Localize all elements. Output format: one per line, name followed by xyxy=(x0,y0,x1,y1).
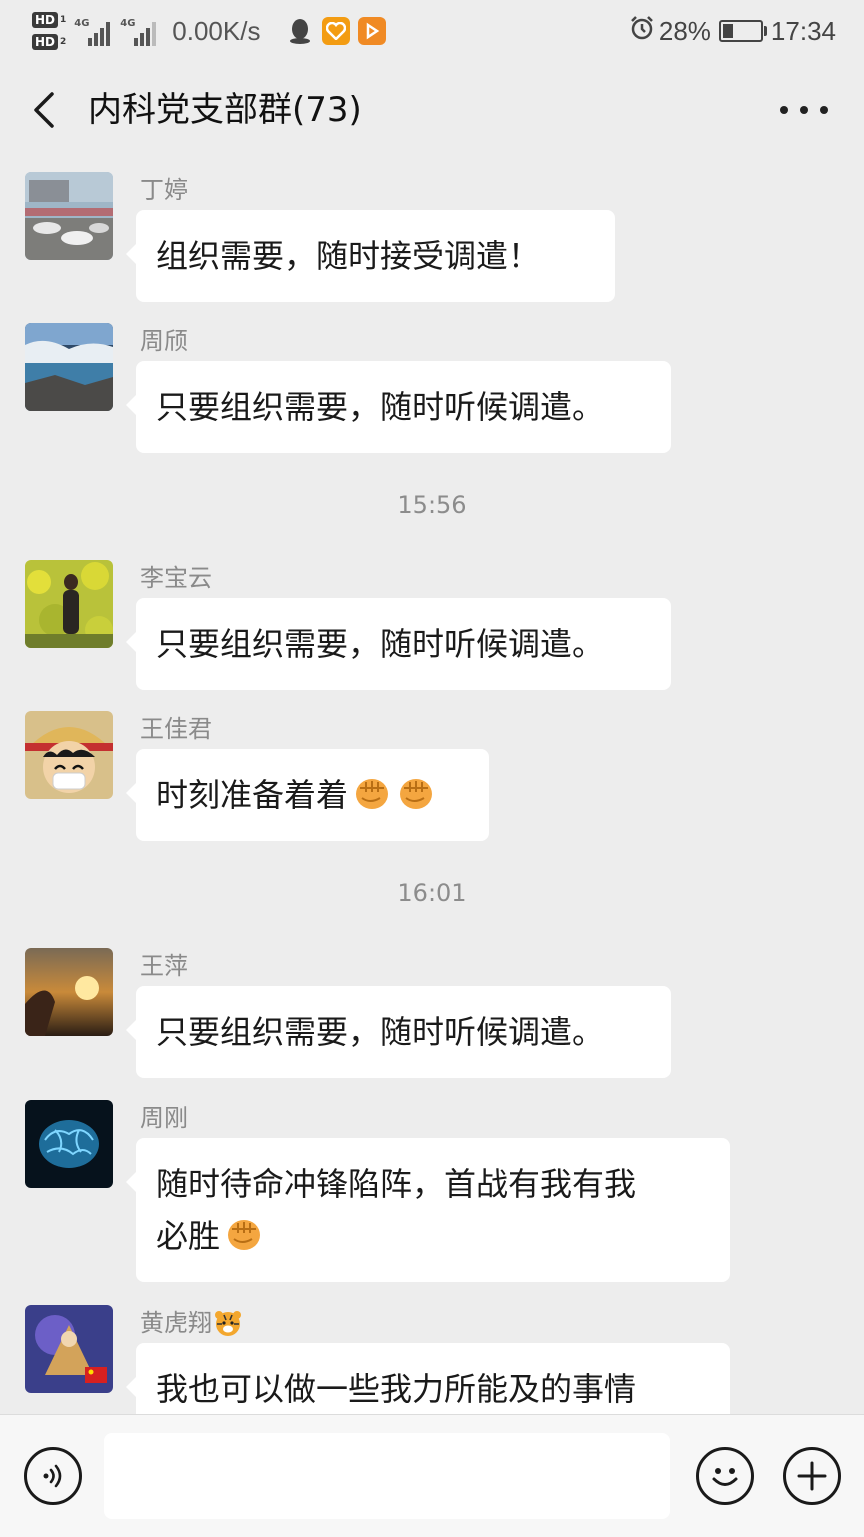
message-item: 李宝云 只要组织需要，随时听候调遣。 xyxy=(0,546,864,696)
fist-emoji-icon xyxy=(228,1220,261,1250)
message-item: 王萍 只要组织需要，随时听候调遣。 xyxy=(0,934,864,1084)
message-item: 黄虎翔 我也可以做一些我力所能及的事情 xyxy=(0,1291,864,1414)
voice-icon xyxy=(43,1464,62,1488)
voice-button[interactable] xyxy=(24,1447,82,1505)
message-bubble[interactable]: 只要组织需要，随时听候调遣。 xyxy=(126,361,671,453)
message-text: 只要组织需要，随时听候调遣。 xyxy=(156,388,605,426)
hd-sub-label: 2 xyxy=(60,37,67,47)
sender-name: 王萍 xyxy=(140,952,188,980)
status-bar: HD 1 HD 2 4G 4G 0.00K/s 28% 17:34 xyxy=(0,0,864,62)
avatar[interactable] xyxy=(25,172,113,260)
message-bubble[interactable]: 只要组织需要，随时听候调遣。 xyxy=(126,598,671,690)
input-bar xyxy=(0,1414,864,1537)
message-text: 时刻准备着着 xyxy=(156,776,349,814)
message-bubble[interactable]: 组织需要，随时接受调遣！ xyxy=(126,210,615,302)
message-input[interactable] xyxy=(104,1433,670,1519)
message-item: 周刚 随时待命冲锋陷阵，首战有我有我 必胜 xyxy=(0,1086,864,1286)
play-app-icon xyxy=(358,17,387,45)
sender-name: 黄虎翔 xyxy=(140,1307,242,1339)
sender-name: 王佳君 xyxy=(140,715,212,743)
net-speed: 0.00K/s xyxy=(172,15,261,46)
sender-name: 李宝云 xyxy=(140,564,212,592)
hd-indicator-1: HD 1 xyxy=(32,12,66,28)
message-bubble[interactable]: 随时待命冲锋陷阵，首战有我有我 必胜 xyxy=(126,1138,730,1282)
tiger-emoji-icon xyxy=(215,1311,241,1336)
fist-emoji-icon xyxy=(400,779,433,809)
more-icon xyxy=(780,106,788,114)
clock: 17:34 xyxy=(770,15,836,46)
heart-app-icon xyxy=(322,17,351,45)
battery-percent: 28% xyxy=(658,15,711,46)
more-button[interactable] xyxy=(780,98,828,122)
avatar[interactable] xyxy=(25,1100,113,1188)
sender-name: 周颀 xyxy=(140,327,188,355)
network-type-label: 4G xyxy=(120,18,136,29)
message-text-line: 随时待命冲锋陷阵，首战有我有我 xyxy=(156,1165,637,1203)
hd-sub-label: 1 xyxy=(60,15,67,25)
avatar[interactable] xyxy=(25,560,113,648)
chat-header: 内科党支部群(73) xyxy=(0,62,864,158)
fist-emoji-icon xyxy=(356,779,389,809)
message-bubble[interactable]: 时刻准备着着 xyxy=(126,749,489,841)
avatar[interactable] xyxy=(25,323,113,411)
plus-icon xyxy=(797,1461,827,1491)
message-item: 王佳君 时刻准备着着 xyxy=(0,697,864,847)
sender-name-text: 黄虎翔 xyxy=(140,1309,212,1337)
sender-name: 丁婷 xyxy=(140,176,188,204)
message-text: 只要组织需要，随时听候调遣。 xyxy=(156,1013,605,1051)
message-item: 丁婷 组织需要，随时接受调遣！ xyxy=(0,158,864,308)
qq-icon xyxy=(286,17,314,45)
chat-title: 内科党支部群(73) xyxy=(88,90,362,130)
hd-label: HD xyxy=(32,12,59,28)
message-item: 周颀 只要组织需要，随时听候调遣。 xyxy=(0,309,864,459)
chat-area[interactable]: 丁婷 组织需要，随时接受调遣！ 周颀 只要组织需要，随时听候调遣。 15:56 xyxy=(0,158,864,1414)
message-text: 我也可以做一些我力所能及的事情 xyxy=(156,1370,637,1408)
message-text: 组织需要，随时接受调遣！ xyxy=(156,237,541,275)
timestamp: 15:56 xyxy=(397,491,467,519)
message-bubble[interactable]: 只要组织需要，随时听候调遣。 xyxy=(126,986,671,1078)
message-bubble[interactable]: 我也可以做一些我力所能及的事情 xyxy=(126,1343,730,1414)
signal-1-icon: 4G xyxy=(74,16,111,46)
hd-indicator-2: HD 2 xyxy=(32,34,66,50)
avatar[interactable] xyxy=(25,948,113,1036)
avatar[interactable] xyxy=(25,711,113,799)
hd-label: HD xyxy=(32,34,59,50)
network-type-label: 4G xyxy=(74,18,90,29)
avatar[interactable] xyxy=(25,1305,113,1393)
signal-2-icon: 4G xyxy=(120,16,157,46)
back-button[interactable] xyxy=(28,88,68,132)
sender-name: 周刚 xyxy=(140,1104,188,1132)
battery-icon xyxy=(718,20,767,42)
message-text: 只要组织需要，随时听候调遣。 xyxy=(156,625,605,663)
timestamp: 16:01 xyxy=(397,879,467,907)
emoji-button[interactable] xyxy=(696,1447,754,1505)
message-text-line: 必胜 xyxy=(156,1217,221,1255)
emoji-icon xyxy=(712,1468,738,1486)
back-arrow-icon xyxy=(34,92,54,128)
plus-button[interactable] xyxy=(783,1447,841,1505)
alarm-icon xyxy=(629,15,655,48)
